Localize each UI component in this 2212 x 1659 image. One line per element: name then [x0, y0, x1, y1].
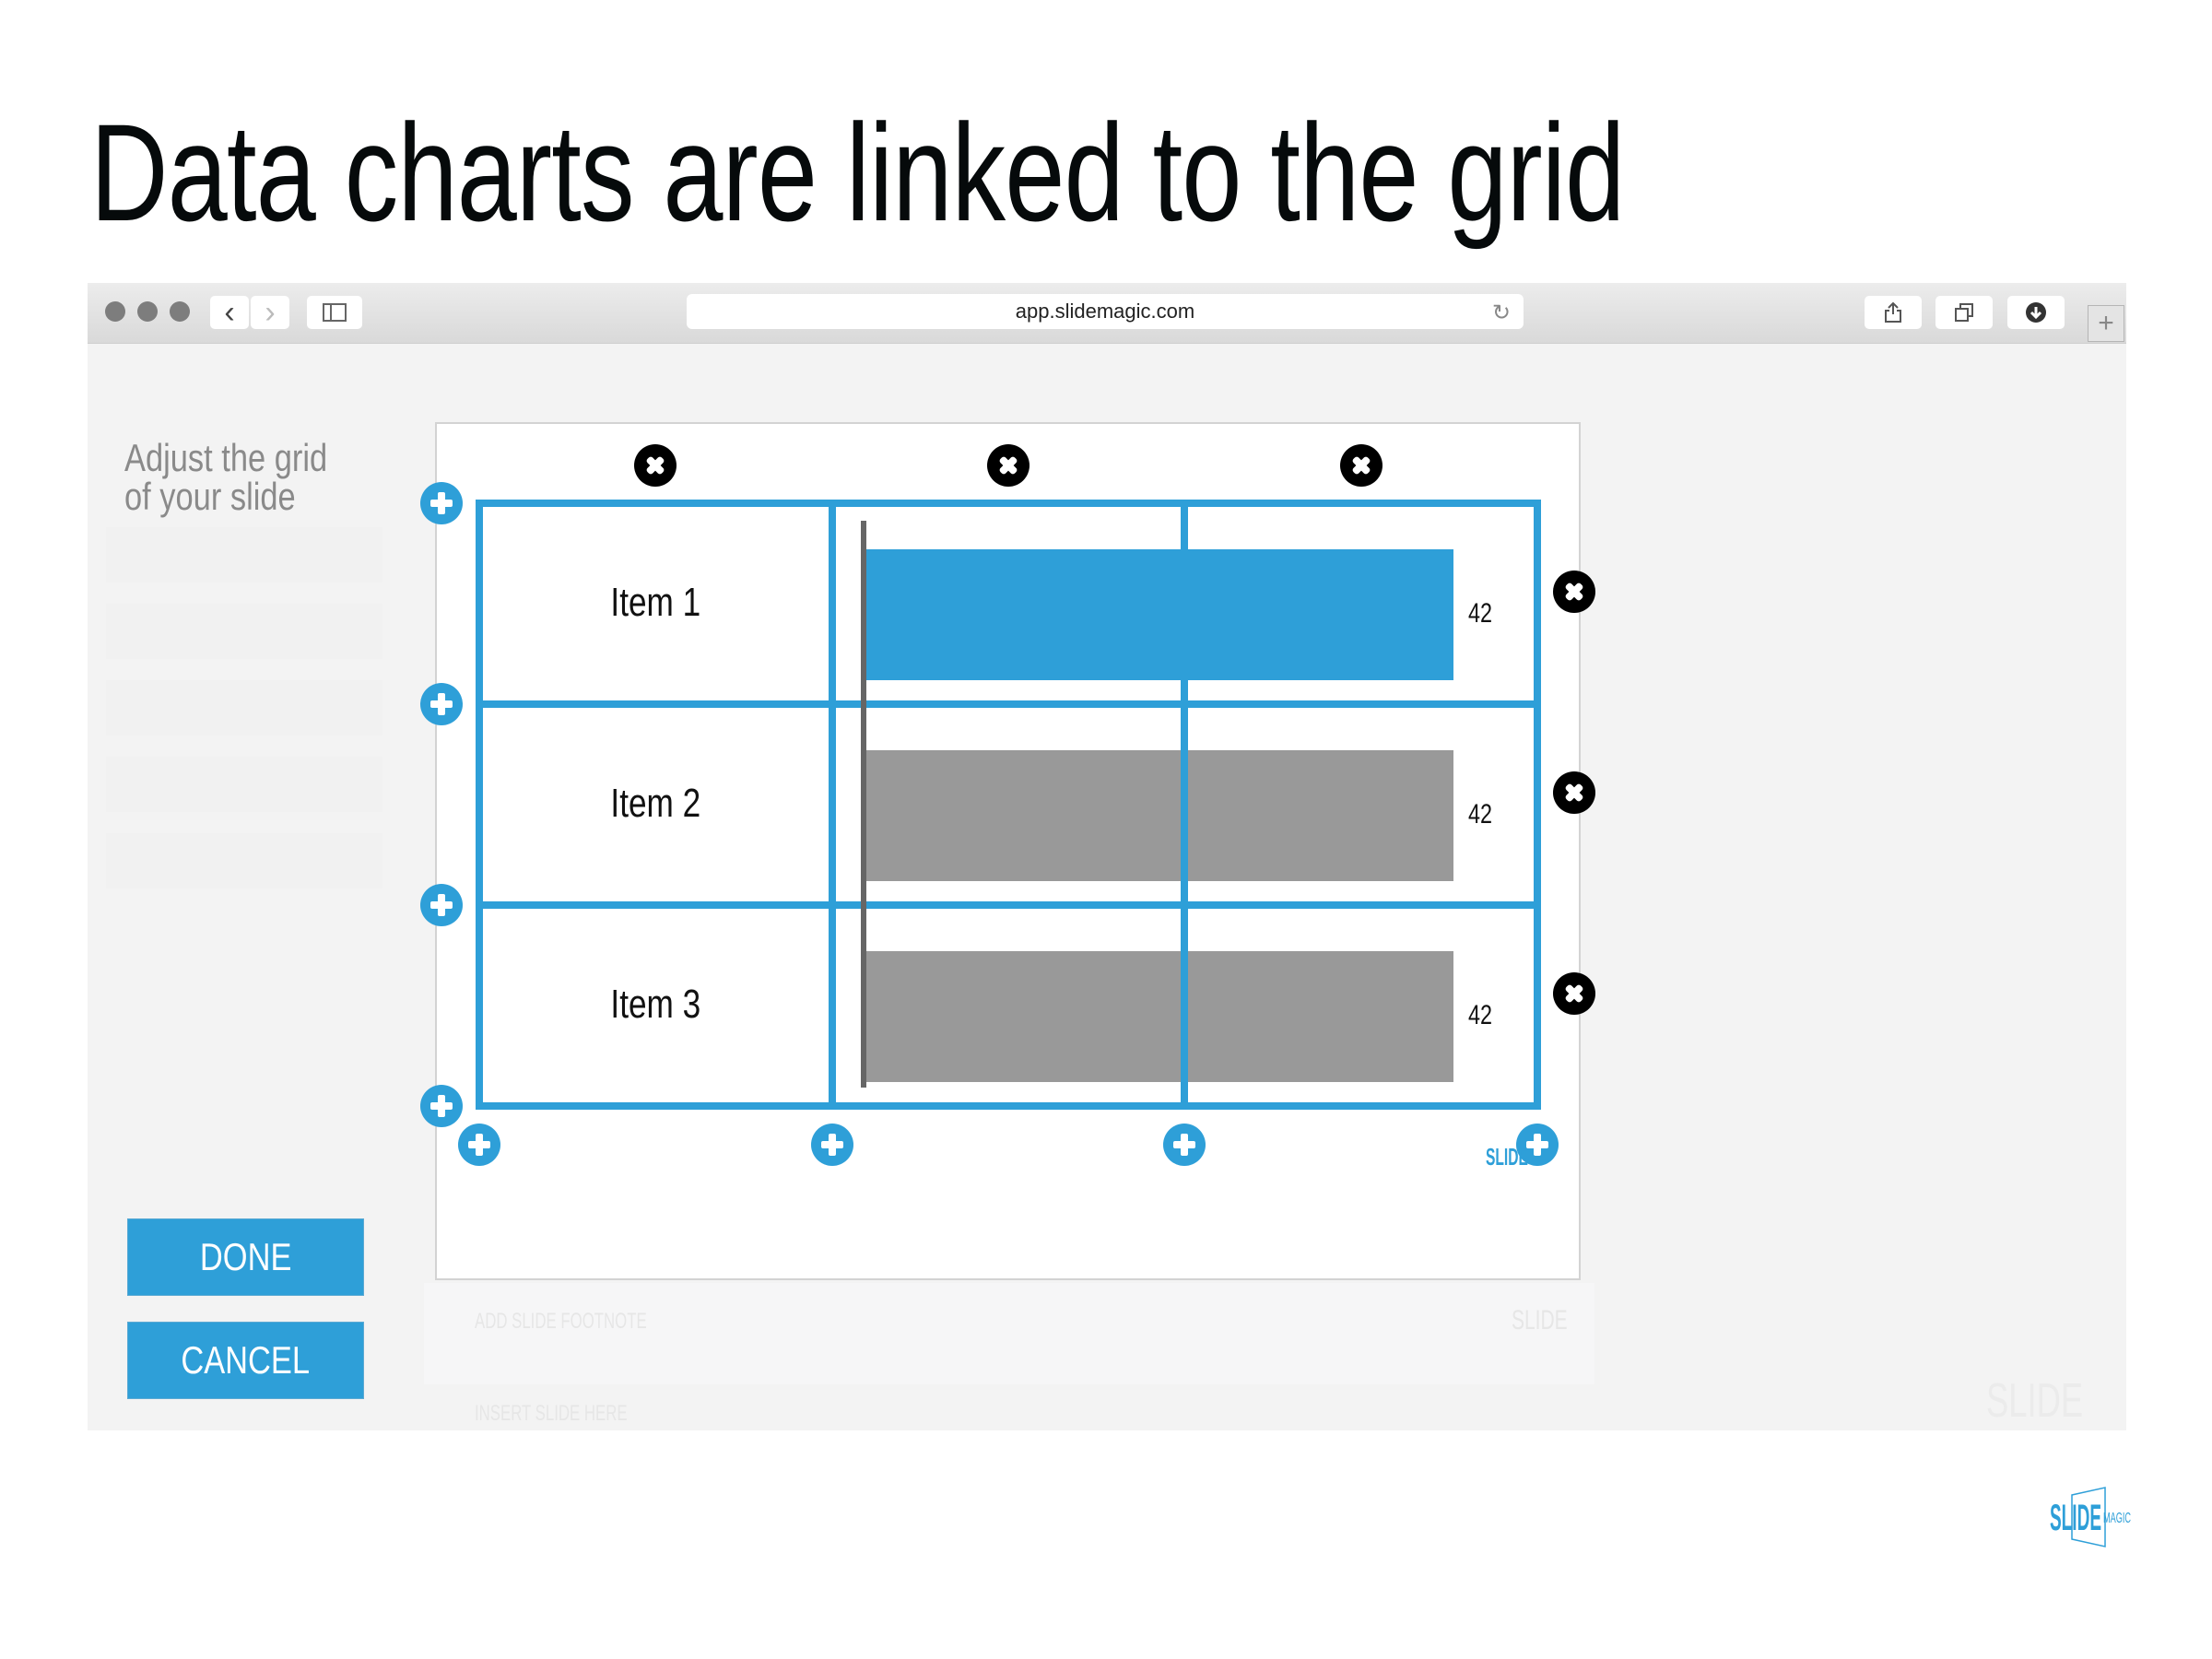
- category-label: Item 1: [610, 580, 701, 625]
- delete-row-button[interactable]: [1553, 771, 1595, 814]
- add-column-button[interactable]: [1163, 1124, 1206, 1166]
- bar-value-label: 42: [1468, 597, 1493, 629]
- category-label: Item 2: [610, 781, 701, 826]
- add-row-button[interactable]: [420, 884, 463, 926]
- chart-bar[interactable]: [866, 750, 1453, 881]
- delete-row-button[interactable]: [1553, 571, 1595, 613]
- delete-column-button[interactable]: [1339, 444, 1382, 487]
- grid-row-line[interactable]: [476, 500, 1541, 507]
- chart-bar[interactable]: [866, 549, 1453, 680]
- grid-row-line[interactable]: [476, 1102, 1541, 1110]
- delete-column-button[interactable]: [634, 444, 677, 487]
- chart-bar[interactable]: [866, 951, 1453, 1082]
- add-column-button[interactable]: [458, 1124, 500, 1166]
- add-row-button[interactable]: [420, 1085, 463, 1127]
- delete-row-button[interactable]: [1553, 972, 1595, 1015]
- add-row-button[interactable]: [420, 482, 463, 524]
- add-row-button[interactable]: [420, 683, 463, 725]
- slide-logo: SLIDE: [1486, 1143, 1528, 1171]
- grid-column-line[interactable]: [476, 500, 483, 1110]
- bar-value-label: 42: [1468, 999, 1493, 1030]
- grid-column-line[interactable]: [828, 500, 836, 1110]
- grid-row-line[interactable]: [476, 700, 1541, 708]
- delete-column-button[interactable]: [987, 444, 1030, 487]
- logo-text-sub: MAGIC: [2103, 1511, 2131, 1526]
- grid-column-line[interactable]: [1181, 500, 1189, 1110]
- bar-value-label: 42: [1468, 798, 1493, 830]
- category-label: Item 3: [610, 982, 701, 1027]
- grid-column-line[interactable]: [1534, 500, 1541, 1110]
- add-column-button[interactable]: [810, 1124, 853, 1166]
- grid-editor: Item 1 Item 2 Item 3 42 42 42: [0, 0, 2212, 1659]
- slidemagic-logo: SLIDE MAGIC: [2050, 1487, 2131, 1547]
- logo-text-main: SLIDE: [2050, 1498, 2101, 1538]
- grid-row-line[interactable]: [476, 901, 1541, 909]
